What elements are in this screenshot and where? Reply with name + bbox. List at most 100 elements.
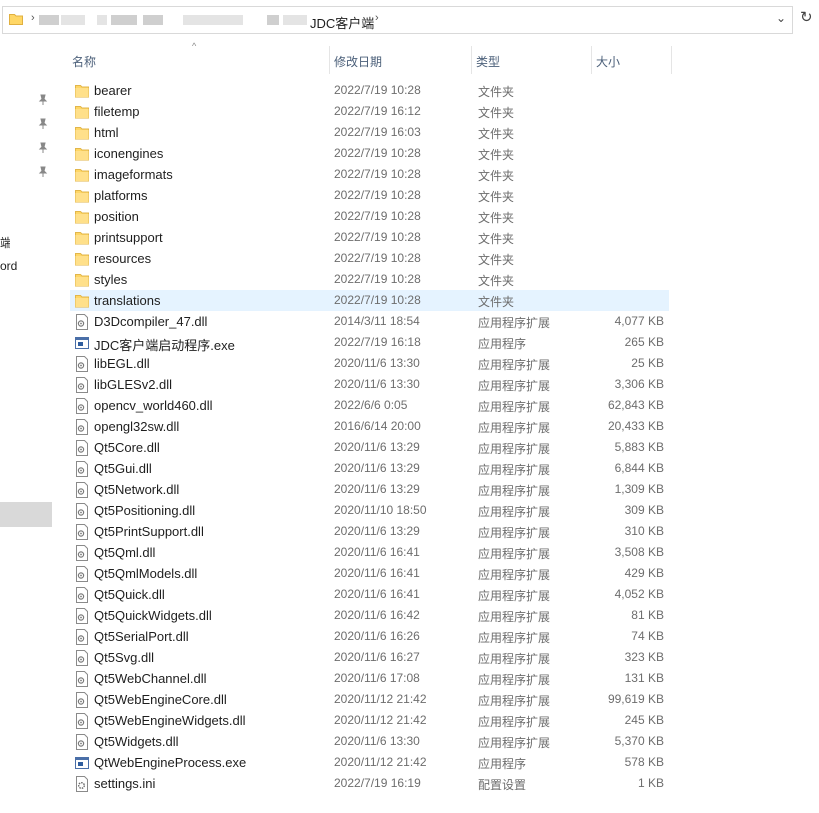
file-name[interactable]: libEGL.dll	[94, 356, 150, 371]
file-name[interactable]: Qt5QuickWidgets.dll	[94, 608, 212, 623]
file-type: 文件夹	[478, 148, 515, 162]
file-row[interactable]: opencv_world460.dll 2022/6/6 0:05 应用程序扩展 62…	[70, 395, 669, 416]
file-modified-date: 2022/7/19 10:28	[334, 272, 421, 286]
file-name[interactable]: printsupport	[94, 230, 163, 245]
file-row[interactable]: Qt5QuickWidgets.dll 2020/11/6 16:42 应用程序扩展…	[70, 605, 669, 626]
column-header-type[interactable]: 类型	[472, 46, 592, 74]
file-row[interactable]: iconengines 2022/7/19 10:28 文件夹	[70, 143, 669, 164]
file-name[interactable]: Qt5WebEngineWidgets.dll	[94, 713, 246, 728]
refresh-icon[interactable]: ↻	[800, 8, 819, 32]
file-row[interactable]: libEGL.dll 2020/11/6 13:30 应用程序扩展 25 KB	[70, 353, 669, 374]
file-name[interactable]: filetemp	[94, 104, 140, 119]
file-name[interactable]: opengl32sw.dll	[94, 419, 179, 434]
file-name[interactable]: position	[94, 209, 139, 224]
file-row[interactable]: position 2022/7/19 10:28 文件夹	[70, 206, 669, 227]
file-name[interactable]: styles	[94, 272, 127, 287]
file-name[interactable]: Qt5Gui.dll	[94, 461, 152, 476]
file-name[interactable]: Qt5WebChannel.dll	[94, 671, 207, 686]
folder-icon	[75, 211, 89, 224]
nav-item-partial[interactable]: 端	[0, 234, 10, 251]
file-row[interactable]: settings.ini 2022/7/19 16:19 配置设置 1 KB	[70, 773, 669, 794]
dll-file-icon	[76, 461, 88, 477]
file-name[interactable]: iconengines	[94, 146, 163, 161]
file-name[interactable]: Qt5Quick.dll	[94, 587, 165, 602]
file-row[interactable]: Qt5Quick.dll 2020/11/6 16:41 应用程序扩展 4,052 K…	[70, 584, 669, 605]
file-type: 应用程序扩展	[478, 736, 551, 750]
file-modified-date: 2020/11/6 16:26	[334, 629, 420, 643]
file-name[interactable]: libGLESv2.dll	[94, 377, 172, 392]
address-field[interactable]: › JDC客户端 › ⌄	[2, 6, 793, 34]
nav-item-partial[interactable]: ord	[0, 259, 20, 273]
file-row[interactable]: Qt5PrintSupport.dll 2020/11/6 13:29 应用程序扩展…	[70, 521, 669, 542]
file-row[interactable]: filetemp 2022/7/19 16:12 文件夹	[70, 101, 669, 122]
file-row[interactable]: printsupport 2022/7/19 10:28 文件夹	[70, 227, 669, 248]
file-name[interactable]: Qt5Core.dll	[94, 440, 160, 455]
file-row[interactable]: Qt5WebEngineWidgets.dll 2020/11/12 21:42 应…	[70, 710, 669, 731]
file-name[interactable]: D3Dcompiler_47.dll	[94, 314, 207, 329]
file-name[interactable]: QtWebEngineProcess.exe	[94, 755, 246, 770]
column-divider[interactable]	[671, 46, 672, 74]
column-header-size[interactable]: 大小	[592, 46, 672, 74]
file-row[interactable]: resources 2022/7/19 10:28 文件夹	[70, 248, 669, 269]
file-size: 4,077 KB	[614, 314, 664, 328]
file-name[interactable]: Qt5SerialPort.dll	[94, 629, 189, 644]
file-row[interactable]: Qt5Core.dll 2020/11/6 13:29 应用程序扩展 5,883 KB	[70, 437, 669, 458]
file-row[interactable]: styles 2022/7/19 10:28 文件夹	[70, 269, 669, 290]
file-row[interactable]: Qt5QmlModels.dll 2020/11/6 16:41 应用程序扩展 429…	[70, 563, 669, 584]
file-name[interactable]: Qt5Network.dll	[94, 482, 179, 497]
file-row[interactable]: Qt5SerialPort.dll 2020/11/6 16:26 应用程序扩展 74…	[70, 626, 669, 647]
file-type: 应用程序扩展	[478, 505, 551, 519]
breadcrumb-separator[interactable]: ›	[31, 12, 35, 24]
dll-file-icon	[76, 629, 88, 645]
file-row[interactable]: html 2022/7/19 16:03 文件夹	[70, 122, 669, 143]
file-row[interactable]: translations 2022/7/19 10:28 文件夹	[70, 290, 669, 311]
file-row[interactable]: Qt5WebEngineCore.dll 2020/11/12 21:42 应用程序…	[70, 689, 669, 710]
file-row[interactable]: D3Dcompiler_47.dll 2014/3/11 18:54 应用程序扩展 4…	[70, 311, 669, 332]
column-header-date[interactable]: 修改日期	[330, 46, 472, 74]
file-name[interactable]: resources	[94, 251, 151, 266]
file-name[interactable]: Qt5WebEngineCore.dll	[94, 692, 227, 707]
file-name[interactable]: Qt5Positioning.dll	[94, 503, 195, 518]
dll-file-icon	[76, 713, 88, 729]
file-row[interactable]: Qt5Gui.dll 2020/11/6 13:29 应用程序扩展 6,844 KB	[70, 458, 669, 479]
file-size: 245 KB	[624, 713, 664, 727]
dll-file-icon	[76, 398, 88, 414]
file-name[interactable]: Qt5Widgets.dll	[94, 734, 179, 749]
file-row[interactable]: opengl32sw.dll 2016/6/14 20:00 应用程序扩展 20,43…	[70, 416, 669, 437]
file-name[interactable]: html	[94, 125, 119, 140]
file-name[interactable]: imageformats	[94, 167, 173, 182]
file-row[interactable]: libGLESv2.dll 2020/11/6 13:30 应用程序扩展 3,306 …	[70, 374, 669, 395]
file-row[interactable]: bearer 2022/7/19 10:28 文件夹	[70, 80, 669, 101]
file-name[interactable]: bearer	[94, 83, 132, 98]
file-row[interactable]: Qt5Qml.dll 2020/11/6 16:41 应用程序扩展 3,508 KB	[70, 542, 669, 563]
file-row[interactable]: JDC客户端启动程序.exe 2022/7/19 16:18 应用程序 265 KB	[70, 332, 669, 353]
file-row[interactable]: imageformats 2022/7/19 10:28 文件夹	[70, 164, 669, 185]
file-row[interactable]: Qt5Svg.dll 2020/11/6 16:27 应用程序扩展 323 KB	[70, 647, 669, 668]
file-name[interactable]: opencv_world460.dll	[94, 398, 213, 413]
file-name[interactable]: settings.ini	[94, 776, 155, 791]
column-header-name[interactable]: 名称	[68, 46, 330, 74]
file-name[interactable]: translations	[94, 293, 160, 308]
pin-icon[interactable]	[37, 142, 49, 154]
file-row[interactable]: platforms 2022/7/19 10:28 文件夹	[70, 185, 669, 206]
file-name[interactable]: Qt5PrintSupport.dll	[94, 524, 204, 539]
file-row[interactable]: QtWebEngineProcess.exe 2020/11/12 21:42 应用…	[70, 752, 669, 773]
file-row[interactable]: Qt5Network.dll 2020/11/6 13:29 应用程序扩展 1,309…	[70, 479, 669, 500]
breadcrumb-separator[interactable]: ›	[375, 12, 379, 24]
file-row[interactable]: Qt5WebChannel.dll 2020/11/6 17:08 应用程序扩展 13…	[70, 668, 669, 689]
file-row[interactable]: Qt5Widgets.dll 2020/11/6 13:30 应用程序扩展 5,370…	[70, 731, 669, 752]
file-name[interactable]: Qt5Qml.dll	[94, 545, 155, 560]
file-name[interactable]: JDC客户端启动程序.exe	[94, 335, 235, 354]
pin-icon[interactable]	[37, 118, 49, 130]
pin-icon[interactable]	[37, 94, 49, 106]
pin-icon[interactable]	[37, 166, 49, 178]
file-name[interactable]: platforms	[94, 188, 147, 203]
nav-item-selected[interactable]	[0, 502, 52, 527]
chevron-down-icon[interactable]: ⌄	[776, 11, 786, 25]
file-row[interactable]: Qt5Positioning.dll 2020/11/10 18:50 应用程序扩展…	[70, 500, 669, 521]
file-name[interactable]: Qt5Svg.dll	[94, 650, 154, 665]
breadcrumb-current-folder[interactable]: JDC客户端	[310, 13, 374, 32]
redacted-breadcrumb	[61, 15, 85, 25]
file-name[interactable]: Qt5QmlModels.dll	[94, 566, 197, 581]
file-type: 应用程序扩展	[478, 694, 551, 708]
